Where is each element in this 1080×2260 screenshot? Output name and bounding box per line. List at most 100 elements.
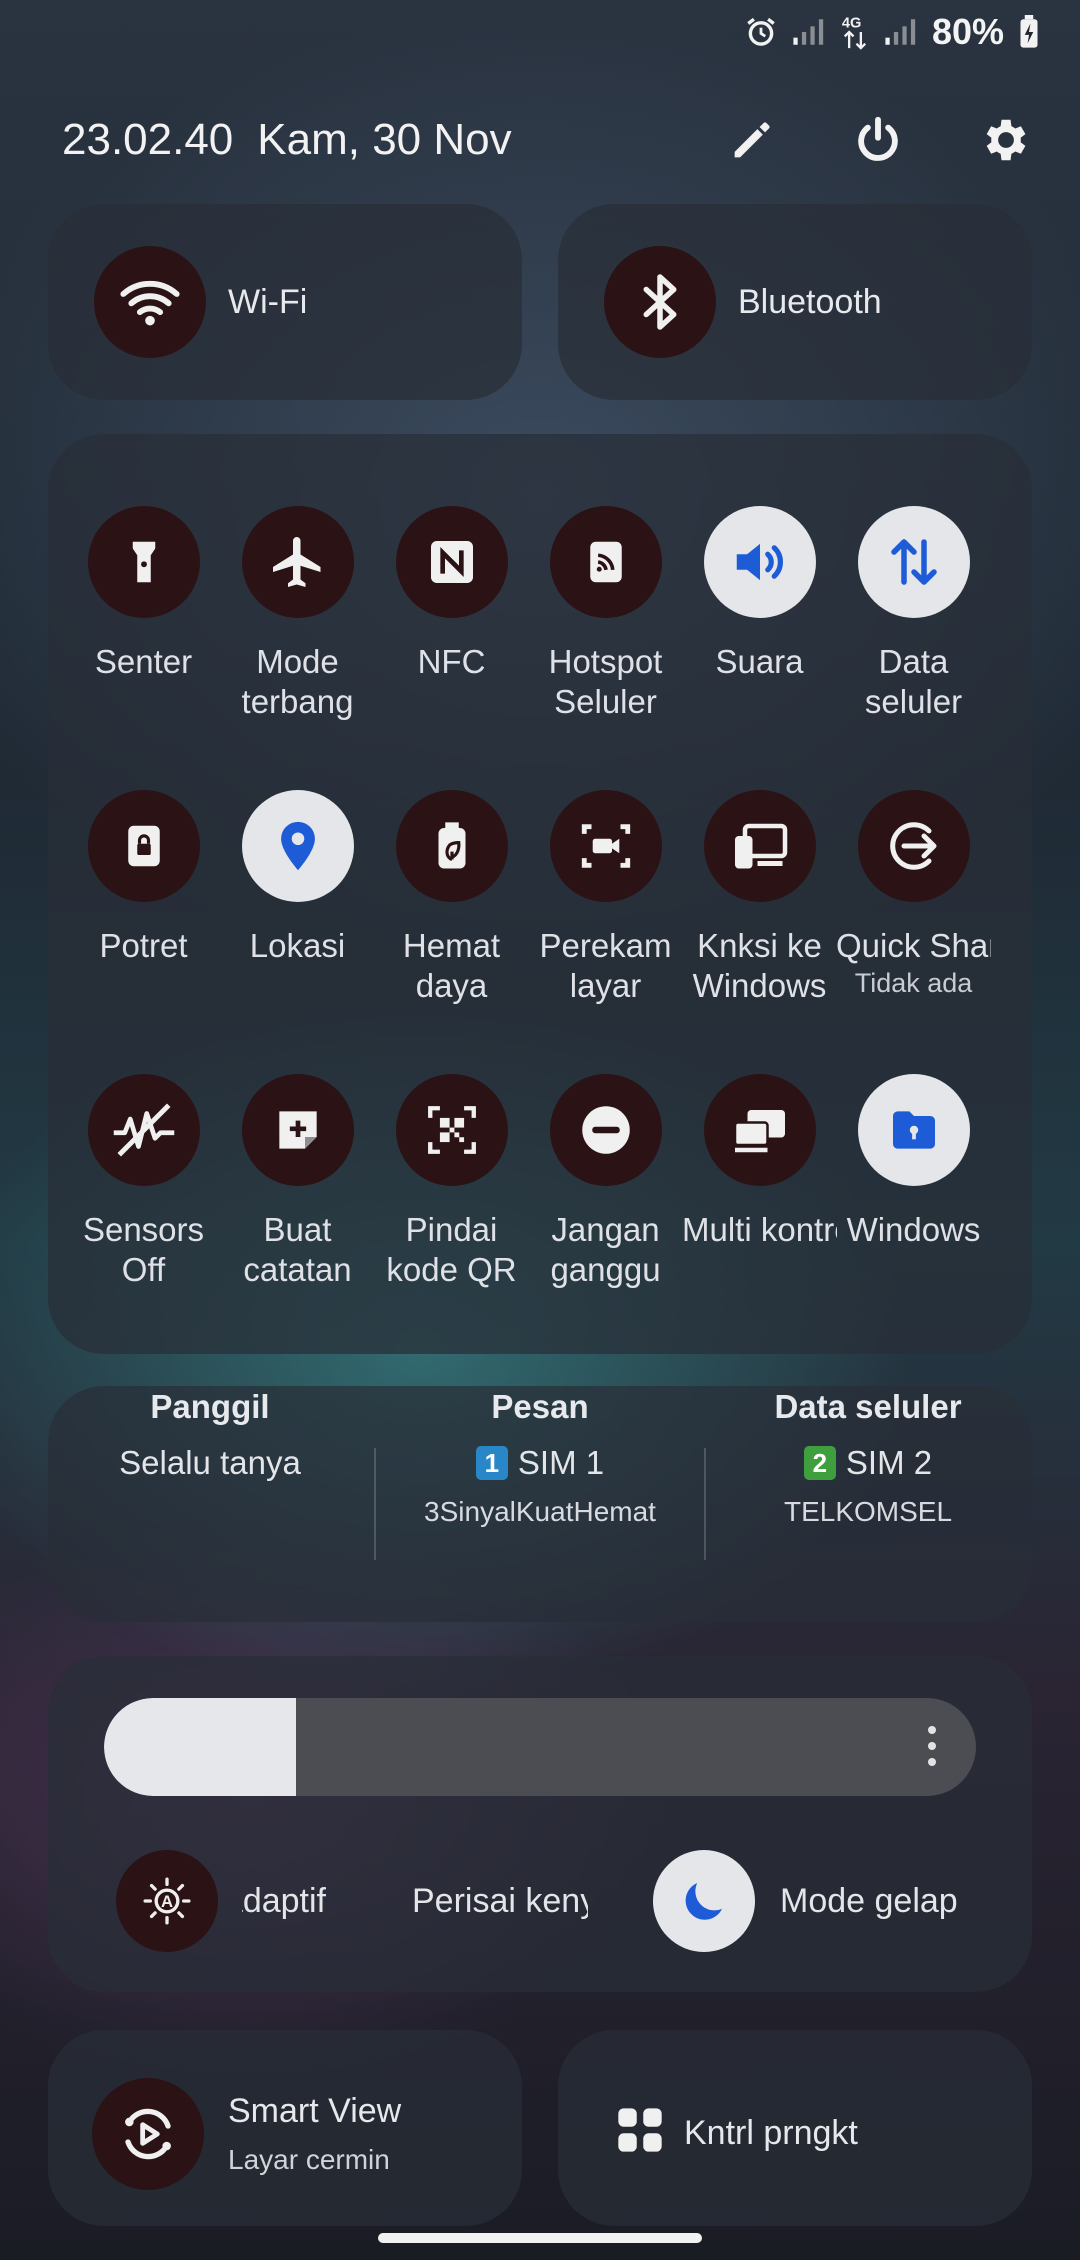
smart-view-subtitle: Layar cermin xyxy=(228,2144,390,2175)
do-not-disturb-icon xyxy=(549,1074,662,1186)
toggle-data-seluler[interactable]: Data seluler xyxy=(836,506,991,722)
battery-charging-icon xyxy=(1018,15,1040,49)
toggle-label: Mode terbang xyxy=(241,643,354,720)
toggle-knksi-ke-windows[interactable]: Knksi ke Windows xyxy=(682,790,837,1006)
wifi-label: Wi-Fi xyxy=(228,282,308,321)
brightness-slider-fill xyxy=(104,1698,296,1796)
nfc-icon xyxy=(395,506,508,618)
smart-view-icon xyxy=(92,2078,204,2190)
toggle-label: Sensors Off xyxy=(82,1211,205,1288)
smart-view-title: Smart View xyxy=(228,2092,402,2130)
quick-settings-grid: Senter Mode terbang NFC Hotspot Seluler Suar… xyxy=(48,434,1032,1354)
sound-icon xyxy=(703,506,816,618)
settings-button[interactable] xyxy=(968,104,1040,176)
brightness-slider[interactable] xyxy=(104,1698,976,1796)
sim-data-title: Data seluler xyxy=(774,1388,962,1425)
toggle-label: Suara xyxy=(715,643,804,680)
toggle-suara[interactable]: Suara xyxy=(682,506,837,682)
sim-message-carrier: 3SinyalKuatHemat xyxy=(424,1496,656,1527)
dark-mode-button[interactable] xyxy=(653,1850,755,1952)
toggle-buat-catatan[interactable]: Buat catatan xyxy=(220,1074,375,1290)
toggle-label: Jangan ganggu xyxy=(550,1211,661,1288)
device-control-icon xyxy=(614,2104,666,2161)
toggle-sensors-off[interactable]: Sensors Off xyxy=(66,1074,221,1290)
link-to-windows-icon xyxy=(703,790,816,902)
toggle-multi-kontrol[interactable]: Multi kontrol xyxy=(682,1074,837,1250)
screen-recorder-icon xyxy=(549,790,662,902)
toggle-label: Lokasi xyxy=(249,927,346,964)
bluetooth-tile[interactable]: Bluetooth xyxy=(558,204,1032,400)
sim-call-title: Panggil xyxy=(150,1388,270,1425)
power-saving-icon xyxy=(395,790,508,902)
edit-button[interactable] xyxy=(716,104,788,176)
sim-call[interactable]: Panggil Selalu tanya xyxy=(80,1388,340,1482)
hotspot-icon xyxy=(549,506,662,618)
panel-header: 23.02.40 Kam, 30 Nov xyxy=(62,105,1040,175)
divider xyxy=(704,1448,706,1560)
power-icon xyxy=(858,116,898,161)
date: Kam, 30 Nov xyxy=(257,115,512,164)
signal-2-icon xyxy=(884,17,918,47)
4g-icon: 4G xyxy=(840,13,870,51)
eye-comfort-shield-button[interactable]: Perisai kenyamanan mata xyxy=(412,1882,588,1921)
power-button[interactable] xyxy=(842,104,914,176)
sim-message[interactable]: Pesan 1 SIM 1 3SinyalKuatHemat xyxy=(390,1388,690,1528)
toggle-hemat-daya[interactable]: Hemat daya xyxy=(374,790,529,1006)
toggle-label: NFC xyxy=(417,643,486,680)
toggle-windows[interactable]: Windows xyxy=(836,1074,991,1250)
home-indicator[interactable] xyxy=(378,2233,702,2243)
sim-data-sim: SIM 2 xyxy=(845,1444,933,1481)
divider xyxy=(374,1448,376,1560)
toggle-potret[interactable]: Potret xyxy=(66,790,221,966)
portrait-lock-icon xyxy=(87,790,200,902)
mobile-data-icon xyxy=(857,506,970,618)
wifi-icon xyxy=(94,246,206,358)
flashlight-icon xyxy=(87,506,200,618)
moon-icon xyxy=(685,1883,722,1920)
settings-icon xyxy=(986,119,1026,161)
toggle-label: Knksi ke Windows xyxy=(692,927,827,1004)
toggle-label: Senter xyxy=(94,643,193,680)
adaptive-brightness-button[interactable]: A xyxy=(116,1850,218,1952)
toggle-senter[interactable]: Senter xyxy=(66,506,221,682)
airplane-icon xyxy=(241,506,354,618)
device-control-label: Kntrl prngkt xyxy=(684,2114,858,2152)
sim-message-title: Pesan xyxy=(491,1388,589,1425)
toggle-quick-share[interactable]: Quick Share Tidak ada xyxy=(836,790,991,999)
smart-view-tile[interactable]: Smart View Layar cermin xyxy=(48,2030,522,2226)
adaptive-brightness-label: Kecerahan adaptif xyxy=(242,1882,326,1920)
dark-mode-label: Mode gelap xyxy=(780,1882,958,1920)
toggle-label: Potret xyxy=(99,927,188,964)
quick-share-icon xyxy=(857,790,970,902)
toggle-jangan-ganggu[interactable]: Jangan ganggu xyxy=(528,1074,683,1290)
toggle-mode-terbang[interactable]: Mode terbang xyxy=(220,506,375,722)
status-bar: 4G 80% xyxy=(744,10,1040,54)
toggle-label: Quick Share xyxy=(836,927,991,964)
sim-call-value: Selalu tanya xyxy=(119,1444,301,1481)
toggle-label: Data seluler xyxy=(864,643,963,720)
alarm-icon xyxy=(744,15,778,49)
toggle-pindai-kode-qr[interactable]: Pindai kode QR xyxy=(374,1074,529,1290)
toggle-sublabel: Tidak ada xyxy=(854,968,973,998)
toggle-lokasi[interactable]: Lokasi xyxy=(220,790,375,966)
secure-folder-icon xyxy=(857,1074,970,1186)
toggle-label: Perekam layar xyxy=(539,927,672,1004)
edit-icon xyxy=(734,122,770,158)
bluetooth-label: Bluetooth xyxy=(738,282,882,321)
bluetooth-icon xyxy=(604,246,716,358)
sim-message-sim: SIM 1 xyxy=(517,1444,605,1481)
toggle-label: Hotspot Seluler xyxy=(548,643,663,720)
toggle-label: Buat catatan xyxy=(243,1211,352,1288)
clock: 23.02.40 xyxy=(62,115,234,164)
toggle-perekam-layar[interactable]: Perekam layar xyxy=(528,790,683,1006)
svg-text:A: A xyxy=(161,1892,173,1911)
more-options-icon[interactable] xyxy=(928,1726,936,1766)
wifi-tile[interactable]: Wi-Fi xyxy=(48,204,522,400)
sensors-off-icon xyxy=(87,1074,200,1186)
device-control-tile[interactable]: Kntrl prngkt xyxy=(558,2030,1032,2226)
battery-percent: 80% xyxy=(931,11,1004,52)
adaptive-brightness-icon: A xyxy=(143,1877,191,1925)
sim-data[interactable]: Data seluler 2 SIM 2 TELKOMSEL xyxy=(718,1388,1018,1528)
toggle-hotspot-seluler[interactable]: Hotspot Seluler xyxy=(528,506,683,722)
toggle-nfc[interactable]: NFC xyxy=(374,506,529,682)
